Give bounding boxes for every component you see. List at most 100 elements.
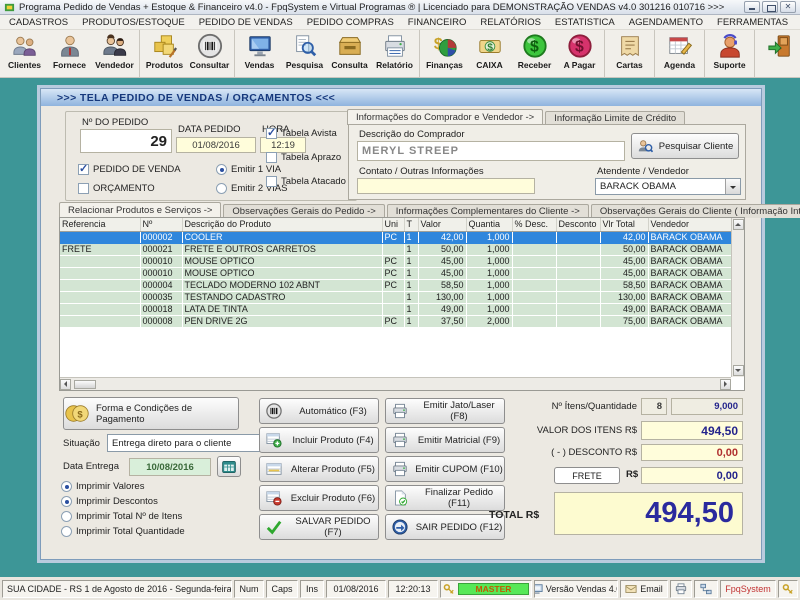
toolbar-button-consultar[interactable]: Consultar — [187, 31, 232, 76]
table-row[interactable]: 000035TESTANDO CADASTRO1130,001,000130,0… — [60, 291, 731, 303]
toolbar-button-financas[interactable]: $Finanças — [422, 31, 467, 76]
tab-observacoes-gerais-do-pedido[interactable]: Observações Gerais do Pedido -> — [223, 204, 384, 218]
table-cell: 1,000 — [466, 303, 512, 315]
radio-indicator — [61, 481, 72, 492]
scroll-right-button[interactable] — [720, 379, 731, 390]
toolbar-button-caixa[interactable]: $CAIXA — [467, 31, 512, 76]
contato-field[interactable] — [357, 178, 535, 194]
menu-item-ajuda[interactable]: AJUDA — [795, 16, 800, 29]
menu-item-agendamento[interactable]: AGENDAMENTO — [622, 16, 710, 29]
toolbar-button-a-pagar[interactable]: $A Pagar — [557, 31, 602, 76]
toolbar-button-cartas[interactable]: Cartas — [607, 31, 652, 76]
table-row[interactable]: 000010MOUSE OPTICOPC145,001,00045,00BARA… — [60, 267, 731, 279]
button-alterar-produto-f5[interactable]: Alterar Produto (F5) — [259, 456, 379, 482]
toolbar-button-consulta[interactable]: Consulta — [327, 31, 372, 76]
menu-item-pedido-compras[interactable]: PEDIDO COMPRAS — [300, 16, 401, 29]
button-salvar-pedido-f7[interactable]: SALVAR PEDIDO (F7) — [259, 514, 379, 540]
button-emitir-cupom-f10[interactable]: Emitir CUPOM (F10) — [385, 456, 505, 482]
table-row[interactable]: 000018LATA DE TINTA149,001,00049,00BARAC… — [60, 303, 731, 315]
toolbar-button-agenda[interactable]: Agenda — [657, 31, 702, 76]
menu-item-financeiro[interactable]: FINANCEIRO — [401, 16, 474, 29]
desconto-field[interactable]: 0,00 — [641, 444, 743, 461]
frete-button[interactable]: FRETE — [554, 467, 620, 484]
scroll-down-button[interactable] — [733, 365, 744, 376]
status-network[interactable] — [694, 580, 718, 598]
menu-item-estatistica[interactable]: ESTATISTICA — [548, 16, 622, 29]
toolbar-button-clientes[interactable]: Clientes — [2, 31, 47, 76]
toolbar-button-vendedor[interactable]: Vendedor — [92, 31, 137, 76]
scroll-up-button[interactable] — [733, 219, 744, 230]
status-fpqsystem[interactable]: FpqSystem — [720, 580, 776, 598]
menu-item-pedido-de-vendas[interactable]: PEDIDO DE VENDAS — [192, 16, 300, 29]
status-printer[interactable] — [670, 580, 692, 598]
vertical-scrollbar[interactable] — [731, 218, 744, 377]
horizontal-scrollbar[interactable] — [60, 377, 731, 390]
data-pedido-field[interactable]: 01/08/2016 — [176, 137, 256, 153]
checkbox-tabela-aprazo[interactable]: Tabela Aprazo — [266, 152, 346, 163]
scroll-left-button[interactable] — [60, 379, 71, 390]
radio-imprimir-valores[interactable]: Imprimir Valores — [61, 481, 185, 492]
data-entrega-field[interactable]: 10/08/2016 — [129, 458, 211, 476]
frete-field[interactable]: 0,00 — [641, 467, 743, 484]
checkbox-pedido-de-venda[interactable]: PEDIDO DE VENDA — [78, 164, 181, 175]
toolbar-button-vendas[interactable]: Vendas — [237, 31, 282, 76]
tab-informacoes-do-comprador-e-vendedor[interactable]: Informações do Comprador e Vendedor -> — [347, 109, 543, 125]
calendar-button[interactable] — [217, 456, 241, 477]
column-header-vendedor[interactable]: Vendedor — [648, 218, 731, 231]
column-header-vlr-total[interactable]: Vlr Total — [600, 218, 648, 231]
toolbar-button-fornece[interactable]: Fornece — [47, 31, 92, 76]
situacao-select[interactable]: Entrega direto para o cliente — [107, 434, 281, 452]
status-email[interactable]: Email — [620, 580, 668, 598]
tab-informacao-limite-de-credito[interactable]: Informação Limite de Crédito — [545, 111, 685, 125]
minimize-button[interactable] — [744, 1, 760, 13]
column-header-referencia[interactable]: Referencia — [60, 218, 140, 231]
radio-imprimir-descontos[interactable]: Imprimir Descontos — [61, 496, 185, 507]
checkbox-tabela-avista[interactable]: Tabela Avista — [266, 128, 346, 139]
menu-item-relatorios[interactable]: RELATÓRIOS — [473, 16, 548, 29]
button-excluir-produto-f6[interactable]: Excluir Produto (F6) — [259, 485, 379, 511]
tab-informacoes-complementares-do-cliente[interactable]: Informações Complementares do Cliente -> — [387, 204, 589, 218]
tab-relacionar-produtos-e-servicos[interactable]: Relacionar Produtos e Serviços -> — [59, 202, 221, 218]
toolbar-button-pesquisa[interactable]: Pesquisa — [282, 31, 327, 76]
comprador-field[interactable]: MERYL STREEP — [357, 141, 625, 161]
toolbar-button-receber[interactable]: $Receber — [512, 31, 557, 76]
column-header-desconto[interactable]: Desconto — [556, 218, 600, 231]
column-header-t[interactable]: T — [404, 218, 418, 231]
toolbar-button-relatorio[interactable]: Relatório — [372, 31, 417, 76]
toolbar-button-suporte[interactable]: Suporte — [707, 31, 752, 76]
column-header-uni[interactable]: Uni — [382, 218, 404, 231]
button-automatico-f3[interactable]: Automático (F3) — [259, 398, 379, 424]
toolbar-button-sair-porta[interactable] — [757, 31, 800, 76]
column-header-valor[interactable]: Valor — [418, 218, 466, 231]
table-row[interactable]: 000008PEN DRIVE 2GPC137,502,00075,00BARA… — [60, 315, 731, 327]
toolbar-button-produtos[interactable]: Produtos — [142, 31, 187, 76]
scrollbar-thumb[interactable] — [74, 380, 96, 389]
atendente-vendedor-select[interactable]: BARACK OBAMA — [595, 178, 741, 195]
close-button[interactable]: ✕ — [780, 1, 796, 13]
column-header-n[interactable]: Nº — [140, 218, 182, 231]
radio-imprimir-total-n-de-itens[interactable]: Imprimir Total Nº de Itens — [61, 511, 185, 522]
column-header-quantia[interactable]: Quantia — [466, 218, 512, 231]
table-row[interactable]: 000002COOLERPC142,001,00042,00BARACK OBA… — [60, 231, 731, 243]
checkbox-tabela-atacado[interactable]: Tabela Atacado — [266, 176, 346, 187]
radio-imprimir-total-quantidade[interactable]: Imprimir Total Quantidade — [61, 526, 185, 537]
menu-item-produtos-estoque[interactable]: PRODUTOS/ESTOQUE — [75, 16, 192, 29]
numero-pedido-field[interactable]: 29 — [80, 129, 172, 153]
pesquisar-cliente-button[interactable]: Pesquisar Cliente — [631, 133, 739, 159]
table-row[interactable]: FRETE000021FRETE E OUTROS CARRETOS150,00… — [60, 243, 731, 255]
menu-item-cadastros[interactable]: CADASTROS — [2, 16, 75, 29]
button-incluir-produto-f4[interactable]: Incluir Produto (F4) — [259, 427, 379, 453]
column-header-descricao-do-produto[interactable]: Descrição do Produto — [182, 218, 382, 231]
table-row[interactable]: 000010MOUSE OPTICOPC145,001,00045,00BARA… — [60, 255, 731, 267]
status-versao[interactable]: Versão Vendas 4.0 — [534, 580, 618, 598]
tab-observacoes-gerais-do-cliente-informacao-interna[interactable]: Observações Gerais do Cliente ( Informaç… — [591, 204, 800, 218]
button-finalizar-pedido-f11[interactable]: Finalizar Pedido (F11) — [385, 485, 505, 511]
table-row[interactable]: 000004TECLADO MODERNO 102 ABNTPC158,501,… — [60, 279, 731, 291]
checkbox-orcamento[interactable]: ORÇAMENTO — [78, 183, 181, 194]
restore-button[interactable] — [762, 1, 778, 13]
menu-item-ferramentas[interactable]: FERRAMENTAS — [710, 16, 795, 29]
column-header-desc[interactable]: % Desc. — [512, 218, 556, 231]
chevron-down-icon[interactable] — [725, 179, 740, 194]
forma-pagamento-button[interactable]: $ Forma e Condições de Pagamento — [63, 397, 239, 430]
button-sair-pedido-f12[interactable]: SAIR PEDIDO (F12) — [385, 514, 505, 540]
